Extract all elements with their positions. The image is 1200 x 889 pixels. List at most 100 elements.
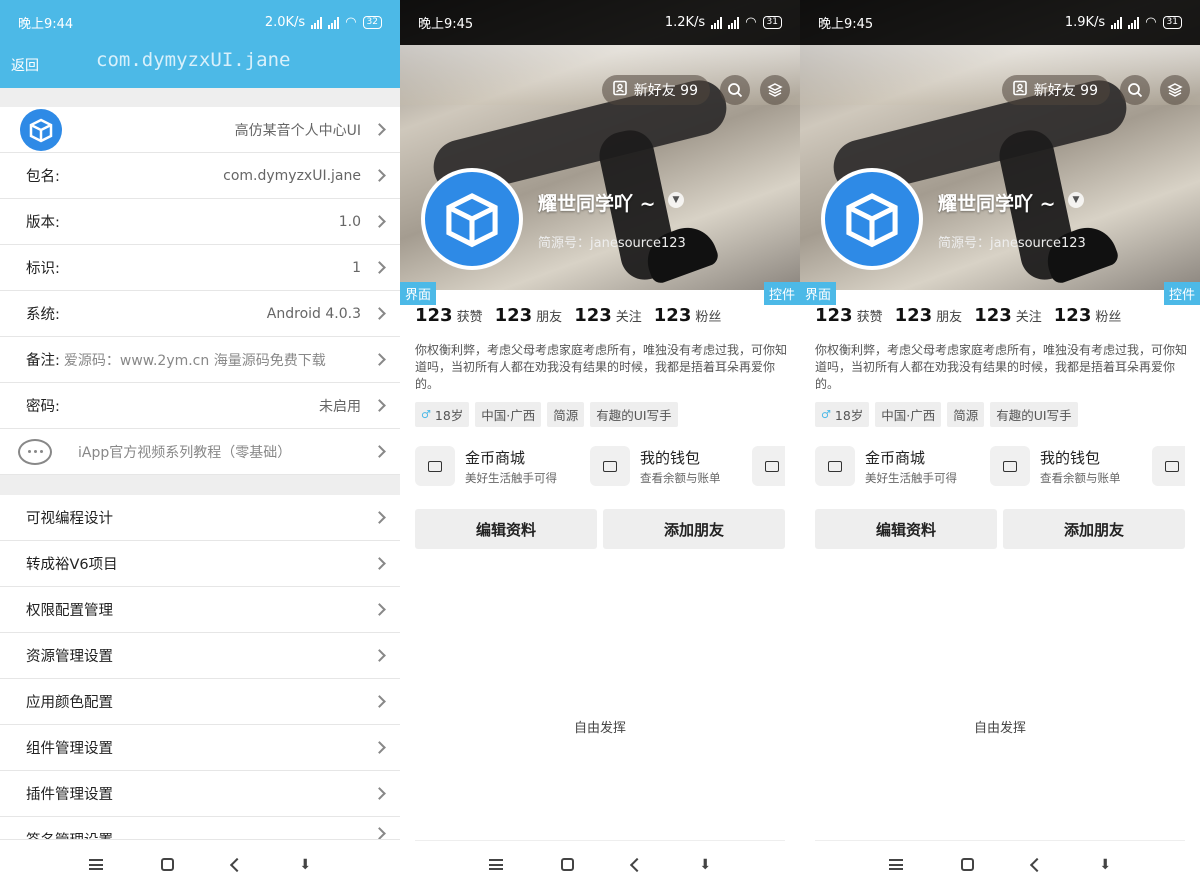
menu-item[interactable]: 签名管理设置 xyxy=(0,817,400,840)
wallet-icon xyxy=(990,446,1030,486)
download-icon[interactable]: ⬇ xyxy=(1099,858,1111,872)
stat-label: 关注 xyxy=(615,310,642,325)
func-title: 金币商城 xyxy=(865,448,926,467)
menu-icon[interactable] xyxy=(88,859,103,870)
stat-following[interactable]: 123 关注 xyxy=(974,305,1042,326)
stat-friends[interactable]: 123 朋友 xyxy=(495,305,563,326)
identifier-row[interactable]: 标识: 1 xyxy=(0,245,400,291)
chevron-right-icon xyxy=(373,603,386,616)
search-button[interactable] xyxy=(1120,75,1150,105)
menu-item[interactable]: 资源管理设置 xyxy=(0,633,400,679)
profile-cover: 晚上9:45 1.2K/s ◠ 31 新好友 99 耀世同学吖 ~ ▼ 简源号：… xyxy=(400,0,800,290)
coin-mall-entry[interactable]: 金币商城 美好生活触手可得 xyxy=(815,446,957,486)
search-button[interactable] xyxy=(720,75,750,105)
back-icon[interactable] xyxy=(629,857,644,872)
app-name-row[interactable]: 高仿某音个人中心UI xyxy=(0,107,400,153)
stat-number: 123 xyxy=(815,305,853,326)
package-row[interactable]: 包名: com.dymyzxUI.jane xyxy=(0,153,400,199)
password-row[interactable]: 密码: 未启用 xyxy=(0,383,400,429)
menu-item[interactable]: 权限配置管理 xyxy=(0,587,400,633)
menu-icon[interactable] xyxy=(888,859,903,870)
row-label: 版本: xyxy=(26,215,60,231)
folder-entry[interactable] xyxy=(1152,446,1185,486)
net-speed: 2.0K/s xyxy=(264,15,306,30)
tutorial-row[interactable]: iApp官方视频系列教程（零基础） xyxy=(0,429,400,475)
system-row[interactable]: 系统: Android 4.0.3 xyxy=(0,291,400,337)
back-icon[interactable] xyxy=(1029,857,1044,872)
func-title: 金币商城 xyxy=(465,448,526,467)
menu-item-label: 资源管理设置 xyxy=(26,649,113,665)
stat-followers[interactable]: 123 粉丝 xyxy=(1054,305,1122,326)
contacts-icon xyxy=(1012,80,1028,100)
add-friend-button[interactable]: 添加朋友 xyxy=(1003,509,1185,549)
chevron-down-icon[interactable]: ▼ xyxy=(1068,192,1084,208)
title-chip: 有趣的UI写手 xyxy=(590,402,678,427)
download-icon[interactable]: ⬇ xyxy=(699,858,711,872)
profile-cover: 晚上9:45 1.9K/s ◠ 31 新好友 99 耀世同学吖 ~ ▼ 简源号：… xyxy=(800,0,1200,290)
chevron-right-icon xyxy=(373,169,386,182)
stat-label: 获赞 xyxy=(456,310,483,325)
status-time: 晚上9:45 xyxy=(818,17,874,32)
folder-entry[interactable] xyxy=(752,446,785,486)
menu-item-label: 转成裕V6项目 xyxy=(26,557,118,573)
profile-chips: ♂ 18岁 中国·广西 简源 有趣的UI写手 xyxy=(815,402,1078,427)
edit-profile-button[interactable]: 编辑资料 xyxy=(415,509,597,549)
chevron-right-icon xyxy=(373,353,386,366)
wifi-icon: ◠ xyxy=(1145,15,1157,30)
contacts-icon xyxy=(612,80,628,100)
chevron-down-icon[interactable]: ▼ xyxy=(668,192,684,208)
menu-item-label: 可视编程设计 xyxy=(26,511,113,527)
menu-item[interactable]: 转成裕V6项目 xyxy=(0,541,400,587)
search-icon xyxy=(1128,83,1143,98)
net-speed: 1.9K/s xyxy=(1064,15,1106,30)
stat-following[interactable]: 123 关注 xyxy=(574,305,642,326)
row-label: 密码: xyxy=(26,399,60,415)
chevron-right-icon xyxy=(373,511,386,524)
wallet-entry[interactable]: 我的钱包 查看余额与账单 xyxy=(990,446,1121,486)
stat-friends[interactable]: 123 朋友 xyxy=(895,305,963,326)
layers-button[interactable] xyxy=(1160,75,1190,105)
title-chip: 有趣的UI写手 xyxy=(990,402,1078,427)
system-nav-bar: ⬇ xyxy=(400,840,800,889)
note-row[interactable]: 备注: 爱源码：www.2ym.cn 海量源码免费下载 xyxy=(0,337,400,383)
menu-icon[interactable] xyxy=(488,859,503,870)
user-id: 简源号：janesource123 xyxy=(538,236,686,251)
back-icon[interactable] xyxy=(229,857,244,872)
chevron-right-icon xyxy=(373,445,386,458)
home-icon[interactable] xyxy=(960,858,974,871)
avatar[interactable] xyxy=(821,168,923,270)
func-sub: 美好生活触手可得 xyxy=(465,470,557,485)
row-value: 爱源码：www.2ym.cn 海量源码免费下载 xyxy=(63,352,326,369)
net-speed: 1.2K/s xyxy=(664,15,706,30)
menu-item[interactable]: 可视编程设计 xyxy=(0,495,400,541)
system-nav-bar: ⬇ xyxy=(0,840,400,889)
stat-number: 123 xyxy=(653,305,692,326)
row-label: 备注: xyxy=(26,353,60,369)
stat-likes[interactable]: 123 获赞 xyxy=(815,305,883,326)
new-friends-button[interactable]: 新好友 99 xyxy=(601,75,710,105)
coin-mall-entry[interactable]: 金币商城美好生活触手可得 xyxy=(415,446,557,486)
signal-icon xyxy=(311,16,323,29)
back-button[interactable]: 返回 xyxy=(11,55,39,75)
home-icon[interactable] xyxy=(160,858,174,871)
page-title: com.dymyzxUI.jane xyxy=(96,49,291,71)
avatar[interactable] xyxy=(421,168,523,270)
chevron-right-icon xyxy=(373,827,386,839)
menu-item[interactable]: 组件管理设置 xyxy=(0,725,400,771)
add-friend-button[interactable]: 添加朋友 xyxy=(603,509,785,549)
wallet-entry[interactable]: 我的钱包 查看余额与账单 xyxy=(590,446,721,486)
menu-item[interactable]: 插件管理设置 xyxy=(0,771,400,817)
layers-button[interactable] xyxy=(760,75,790,105)
stat-likes[interactable]: 123 获赞 xyxy=(415,305,483,326)
basket-icon xyxy=(815,446,855,486)
status-bar: 晚上9:45 1.9K/s ◠ 31 xyxy=(800,0,1200,45)
stat-followers[interactable]: 123 粉丝 xyxy=(654,305,722,326)
version-row[interactable]: 版本: 1.0 xyxy=(0,199,400,245)
edit-profile-button[interactable]: 编辑资料 xyxy=(815,509,997,549)
new-friends-button[interactable]: 新好友 99 xyxy=(1001,75,1110,105)
menu-item[interactable]: 应用颜色配置 xyxy=(0,679,400,725)
home-icon[interactable] xyxy=(560,858,574,871)
download-icon[interactable]: ⬇ xyxy=(299,858,311,872)
function-strip: 金币商城美好生活触手可得 我的钱包 查看余额与账单 xyxy=(415,446,785,490)
top-actions: 新好友 99 xyxy=(601,75,790,105)
